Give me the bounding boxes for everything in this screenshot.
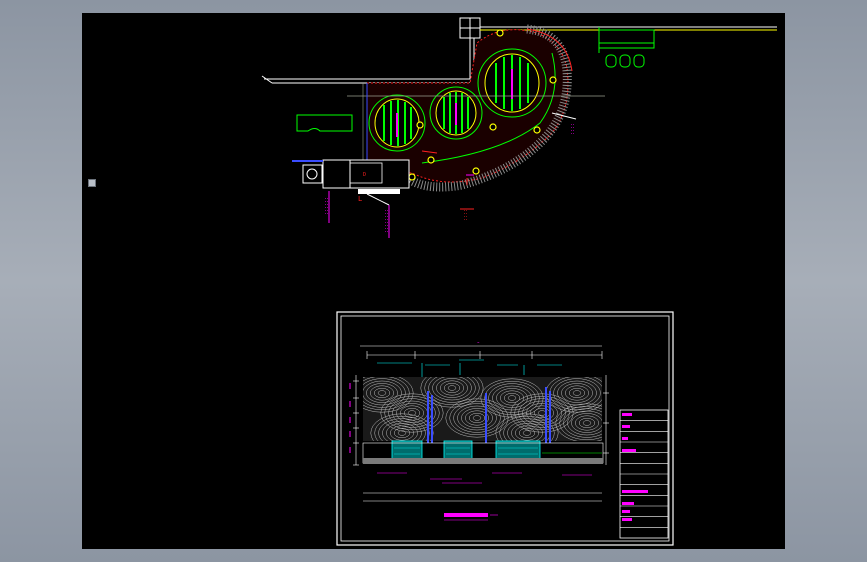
ground-base xyxy=(363,458,603,464)
svg-text:D: D xyxy=(363,172,366,178)
window-resize-grip[interactable] xyxy=(88,179,96,187)
svg-text:::::: :::: xyxy=(569,123,575,135)
svg-text:::::::::: :::::::: xyxy=(383,209,389,233)
pool-1 xyxy=(368,94,426,152)
elevation-sheet: ~ xyxy=(336,311,674,546)
vehicle-symbol xyxy=(598,27,655,68)
bench-symbol xyxy=(296,114,353,132)
svg-text:::::::: :::::: xyxy=(323,197,329,215)
pool-3 xyxy=(477,48,547,118)
plan-view: D L :::::: :::::::: :::: :::: xyxy=(261,17,777,238)
pump-symbol xyxy=(302,164,323,184)
cad-drawing: D L :::::: :::::::: :::: :::: ~ xyxy=(261,17,777,546)
cad-viewport[interactable]: D L :::::: :::::::: :::: :::: ~ xyxy=(82,13,785,549)
pool-2 xyxy=(429,86,483,140)
svg-text:::::: :::: xyxy=(462,209,468,221)
svg-text:L: L xyxy=(358,195,362,203)
